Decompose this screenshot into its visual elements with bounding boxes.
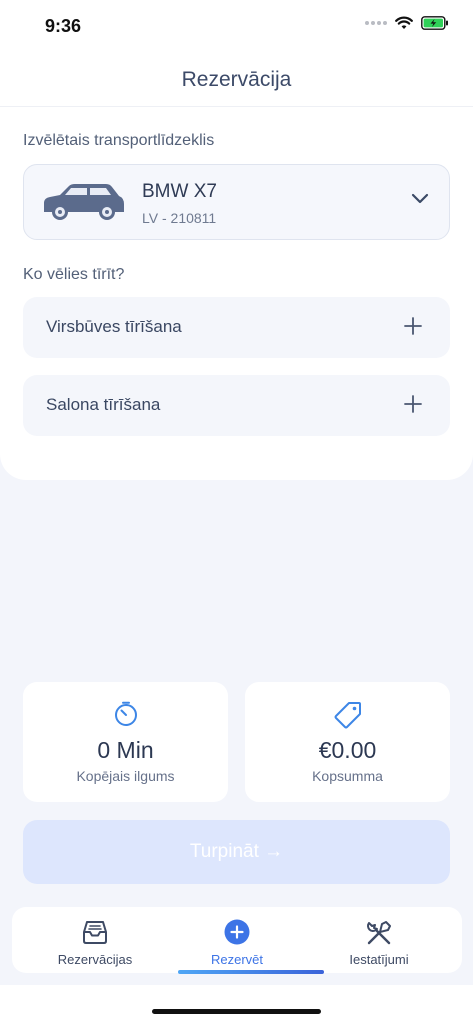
tab-label: Rezervēt — [210, 952, 264, 967]
service-item-interior[interactable]: Salona tīrīšana — [23, 375, 450, 436]
tab-label: Rezervācijas — [57, 952, 133, 967]
duration-card: 0 Min Kopējais ilgums — [23, 682, 228, 802]
cellular-signal-icon — [365, 21, 387, 25]
booking-panel: Rezervācija Izvēlētais transportlīdzekli… — [0, 52, 473, 480]
plus-icon[interactable] — [404, 317, 422, 335]
total-label: Kopsumma — [312, 768, 383, 784]
status-bar: 9:36 — [0, 0, 473, 52]
header-divider — [0, 106, 473, 107]
vehicle-name: BMW X7 — [142, 181, 217, 202]
total-card: €0.00 Kopsumma — [245, 682, 450, 802]
page-title: Rezervācija — [181, 68, 292, 91]
price-tag-icon — [334, 702, 361, 729]
vehicle-selector[interactable]: BMW X7 LV - 210811 — [23, 164, 450, 240]
home-indicator[interactable] — [152, 1009, 321, 1014]
continue-button[interactable]: Turpināt → — [23, 820, 450, 884]
status-time: 9:36 — [45, 16, 82, 36]
plus-circle-icon — [224, 919, 250, 945]
home-bar — [0, 985, 473, 1024]
status-icons — [365, 16, 449, 30]
chevron-down-icon — [411, 193, 429, 204]
service-item-label: Salona tīrīšana — [46, 395, 161, 414]
tab-label: Iestatījumi — [349, 952, 409, 967]
plus-icon[interactable] — [404, 395, 422, 413]
service-item-label: Virsbūves tīrīšana — [46, 317, 182, 336]
vehicle-plate: LV - 210811 — [142, 210, 217, 226]
car-icon — [44, 184, 124, 220]
tab-settings[interactable]: Iestatījumi — [304, 907, 454, 973]
service-item-exterior[interactable]: Virsbūves tīrīšana — [23, 297, 450, 358]
battery-charging-icon — [421, 16, 448, 30]
duration-label: Kopējais ilgums — [76, 768, 175, 784]
tab-reservations[interactable]: Rezervācijas — [20, 907, 170, 973]
duration-value: 0 Min — [97, 737, 154, 763]
services-section-label: Ko vēlies tīrīt? — [23, 266, 125, 283]
total-value: €0.00 — [318, 737, 377, 763]
tools-icon — [367, 921, 391, 945]
vehicle-section-label: Izvēlētais transportlīdzeklis — [23, 132, 215, 149]
tab-book[interactable]: Rezervēt — [162, 907, 312, 973]
wifi-icon — [395, 16, 413, 29]
timer-icon — [114, 701, 137, 726]
active-tab-indicator — [178, 970, 324, 974]
inbox-icon — [83, 921, 107, 944]
tab-bar: Rezervācijas Rezervēt Iestatījumi — [12, 907, 462, 974]
